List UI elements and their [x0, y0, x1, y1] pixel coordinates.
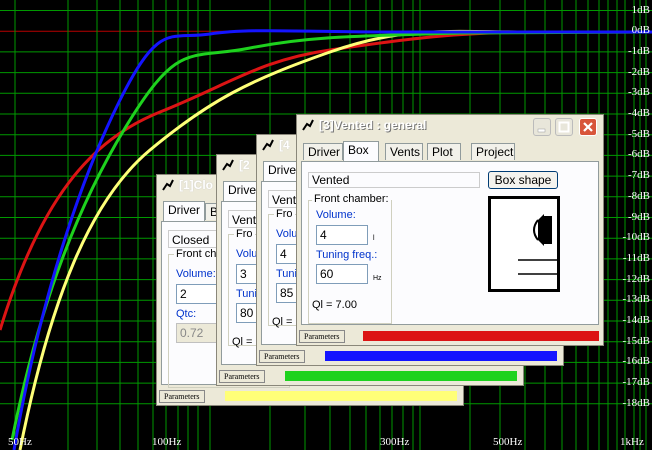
x-axis-label: 500Hz	[493, 436, 523, 448]
tab-box[interactable]: Box	[343, 141, 379, 161]
y-axis-label: -16dB	[622, 355, 651, 368]
y-axis-label: -12dB	[622, 272, 651, 285]
volume-label: Volu	[236, 248, 258, 260]
tuning-unit: Hz	[373, 275, 382, 282]
volume-label: Volu	[276, 228, 298, 240]
tuning-input[interactable]: 60	[316, 264, 368, 284]
y-axis-label: -9dB	[628, 210, 650, 223]
tuning-label: Tuni	[276, 268, 297, 280]
status-bar: Parameters	[157, 390, 463, 403]
y-axis-label: -15dB	[622, 334, 651, 347]
front-chamber-label: Front chamber:	[312, 193, 391, 205]
qtc-label: Qtc:	[176, 308, 197, 320]
y-axis-label: -14dB	[622, 314, 651, 326]
window-title: [2	[239, 158, 250, 172]
volume-label: Volume:	[316, 209, 356, 221]
box-type-field[interactable]: Vented	[308, 172, 480, 188]
status-bar: Parameters	[217, 370, 523, 383]
y-axis-label: -18dB	[622, 396, 651, 409]
y-axis-label: -8dB	[628, 189, 650, 202]
y-axis-label: -6dB	[628, 148, 650, 161]
x-axis-label: 1kHz	[620, 436, 644, 448]
tab-panel: Vented Box shape Front chamber: Volume: …	[301, 161, 599, 325]
curve-color-indicator	[285, 371, 517, 381]
y-axis-label: 0dB	[631, 24, 650, 37]
status-bar: Parameters	[297, 330, 603, 343]
app-icon	[162, 179, 174, 191]
y-axis-label: -13dB	[622, 293, 651, 306]
curve-color-indicator	[325, 351, 557, 361]
parameters-label[interactable]: Parameters	[299, 330, 345, 343]
close-icon	[583, 122, 593, 132]
y-axis-label: -5dB	[628, 127, 650, 140]
volume-input[interactable]: 2	[176, 284, 220, 304]
maximize-icon	[558, 121, 570, 133]
y-axis-label: -17dB	[622, 376, 651, 389]
y-axis-label: -11dB	[622, 251, 650, 264]
x-axis-label: 300Hz	[380, 436, 410, 448]
app-icon	[222, 159, 234, 171]
tuning-label: Tuning freq.:	[316, 249, 378, 261]
parameters-label[interactable]: Parameters	[219, 370, 265, 383]
tab-plot[interactable]: Plot	[427, 143, 461, 160]
curve-color-indicator	[363, 331, 599, 341]
tab-driver[interactable]: Driver	[163, 201, 205, 221]
tab-project[interactable]: Project	[471, 143, 515, 160]
x-axis-label: 100Hz	[152, 436, 182, 448]
curve-color-indicator	[225, 391, 457, 401]
box-shape-button[interactable]: Box shape	[488, 171, 558, 189]
tuning-label: Tuni	[236, 288, 257, 300]
parameters-label[interactable]: Parameters	[259, 350, 305, 363]
close-button[interactable]	[579, 118, 597, 136]
status-bar: Parameters	[257, 350, 563, 363]
volume-input[interactable]: 4	[316, 225, 368, 245]
tab-driver[interactable]: Driver	[303, 143, 343, 160]
y-axis-label: -10dB	[622, 231, 651, 244]
ql-value: Ql = 7.00	[312, 299, 357, 311]
app-icon	[262, 139, 274, 151]
y-axis-label: -3dB	[628, 86, 650, 99]
window-title: [3]Vented : general	[319, 118, 427, 132]
vented-general-window[interactable]: [3]Vented : general Driver Box Vents Plo…	[296, 114, 604, 346]
front-chamber-label: Fro	[274, 208, 295, 220]
maximize-button[interactable]	[555, 118, 573, 136]
y-axis-label: -1dB	[628, 44, 650, 57]
window-title-bar[interactable]: [3]Vented : general	[297, 115, 603, 137]
front-chamber-label: Fro	[234, 228, 255, 240]
parameters-label[interactable]: Parameters	[159, 390, 205, 403]
y-axis-label: -2dB	[628, 65, 650, 78]
y-axis-label: -4dB	[628, 107, 650, 119]
window-title: [1]Clo	[179, 178, 213, 192]
qtc-field: 0.72	[176, 323, 220, 343]
volume-label: Volume:	[176, 268, 216, 280]
minimize-icon	[537, 128, 546, 133]
volume-unit: l	[373, 235, 375, 242]
y-axis-label: 1dB	[631, 3, 650, 16]
window-title: [4	[279, 138, 290, 152]
x-axis-label: 50Hz	[8, 436, 32, 448]
tab-vents[interactable]: Vents	[385, 143, 423, 160]
y-axis-label: -7dB	[628, 169, 650, 182]
minimize-button[interactable]	[533, 118, 551, 136]
box-diagram	[488, 196, 560, 292]
app-icon	[302, 119, 314, 131]
